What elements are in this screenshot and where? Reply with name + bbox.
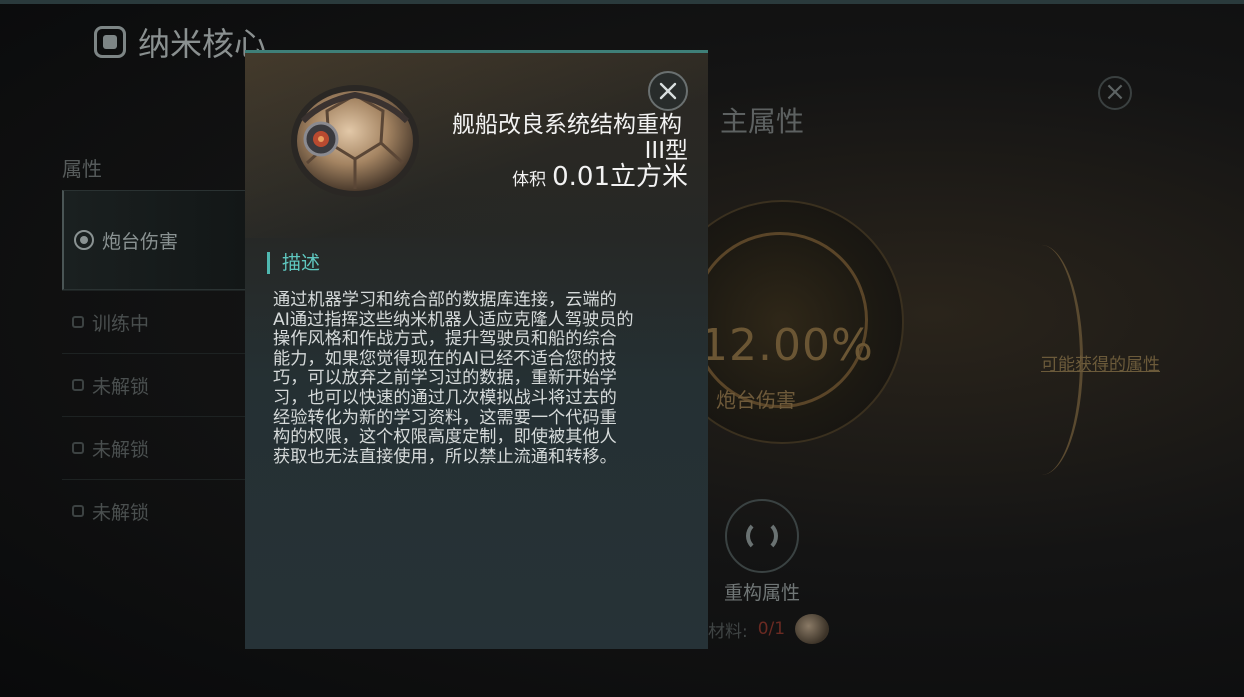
main-attribute-value: 12.00% bbox=[700, 320, 874, 371]
nano-core-item-image bbox=[291, 85, 419, 197]
item-volume: 体积 0.01立方米 bbox=[512, 156, 688, 193]
attribute-slot-label: 训练中 bbox=[92, 312, 150, 335]
item-description: 通过机器学习和统合部的数据库连接，云端的 AI通过指挥这些纳米机器人适应克隆人驾… bbox=[273, 290, 705, 467]
description-line: 通过机器学习和统合部的数据库连接，云端的 bbox=[273, 290, 617, 310]
volume-label: 体积 bbox=[512, 170, 547, 190]
description-line: AI通过指挥这些纳米机器人适应克隆人驾驶员的 bbox=[273, 309, 634, 330]
attribute-slot-5[interactable]: 未解锁 bbox=[62, 479, 262, 542]
target-icon bbox=[74, 230, 94, 250]
material-count: 0/1 bbox=[757, 619, 786, 639]
main-attribute-title: 主属性 bbox=[720, 105, 805, 138]
volume-value: 0.01立方米 bbox=[552, 162, 688, 192]
description-line: 经验转化为新的学习资料，这需要一个代码重 bbox=[273, 407, 617, 428]
close-icon bbox=[659, 82, 677, 100]
attribute-slot-1[interactable]: 炮台伤害 bbox=[62, 190, 262, 290]
description-line: 构的权限，这个权限高度定制，即使被其他人 bbox=[273, 427, 617, 448]
attribute-list: 炮台伤害 训练中 未解锁 未解锁 未解锁 bbox=[62, 190, 262, 542]
attribute-slot-3[interactable]: 未解锁 bbox=[62, 353, 262, 416]
material-row: 材料: 0/1 bbox=[708, 614, 830, 644]
description-heading: 描述 bbox=[267, 252, 320, 274]
description-line: 能力，如果您觉得现在的AI已经不适合您的技 bbox=[273, 348, 617, 369]
modal-close-button[interactable] bbox=[648, 71, 688, 111]
description-line: 操作风格和作战方式，提升驾驶员和船的综合 bbox=[273, 329, 617, 350]
material-label: 材料: bbox=[708, 621, 748, 642]
attribute-slot-label: 未解锁 bbox=[92, 375, 150, 398]
attribute-slot-4[interactable]: 未解锁 bbox=[62, 416, 262, 479]
description-line: 巧，可以放弃之前学习过的数据，重新开始学 bbox=[273, 368, 617, 389]
refresh-icon bbox=[746, 520, 778, 552]
item-detail-modal: 舰船改良系统结构重构 III型 体积 0.01立方米 描述 通过机器学习和统合部… bbox=[245, 50, 708, 649]
slot-icon bbox=[72, 505, 84, 517]
rebuild-label: 重构属性 bbox=[724, 582, 801, 604]
material-thumbnail bbox=[795, 614, 830, 644]
description-line: 获取也无法直接使用，所以禁止流通和转移。 bbox=[273, 446, 617, 467]
slot-icon bbox=[72, 442, 84, 454]
slot-icon bbox=[72, 316, 84, 328]
attribute-slot-label: 未解锁 bbox=[92, 501, 150, 524]
page-title: 纳米核心 bbox=[94, 20, 266, 64]
page-close-icon[interactable]: × bbox=[1098, 76, 1132, 110]
game-screen: 纳米核心 属性 炮台伤害 训练中 未解锁 未解锁 未解锁 主属性 12.00% … bbox=[0, 0, 1244, 697]
main-attribute-value-label: 炮台伤害 bbox=[716, 388, 796, 412]
attribute-slot-label: 未解锁 bbox=[92, 438, 150, 461]
slot-icon bbox=[72, 379, 84, 391]
possible-attributes-link[interactable]: 可能获得的属性 bbox=[1041, 350, 1160, 375]
core-icon bbox=[94, 26, 126, 58]
description-line: 习，也可以快速的通过几次模拟战斗将过去的 bbox=[273, 387, 617, 408]
attribute-slot-2[interactable]: 训练中 bbox=[62, 290, 262, 353]
attribute-slot-label: 炮台伤害 bbox=[102, 230, 179, 253]
attributes-section-label: 属性 bbox=[62, 157, 102, 181]
rebuild-button[interactable] bbox=[725, 499, 799, 573]
